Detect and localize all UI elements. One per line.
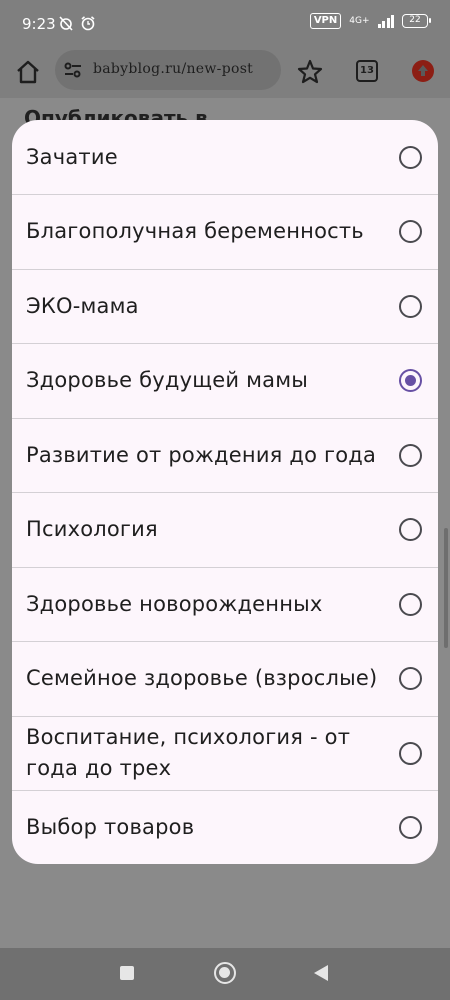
- battery-icon: 22: [402, 14, 431, 28]
- option-family-health[interactable]: Семейное здоровье (взрослые): [12, 642, 438, 717]
- option-label: Семейное здоровье (взрослые): [26, 666, 378, 691]
- option-label: Воспитание, психология - от года до трех: [26, 725, 351, 781]
- recents-icon[interactable]: [120, 966, 134, 980]
- option-label: Психология: [26, 517, 158, 542]
- site-settings-icon[interactable]: [61, 58, 85, 82]
- option-label: Благополучная беременность: [26, 219, 364, 244]
- radio-button[interactable]: [399, 294, 422, 318]
- network-type: 4G+: [349, 15, 370, 26]
- option-label: Зачатие: [26, 144, 118, 169]
- radio-button[interactable]: [399, 816, 422, 840]
- browser-toolbar: babyblog.ru/new-post 13: [0, 46, 450, 98]
- option-development-first-year[interactable]: Развитие от рождения до года: [12, 418, 438, 493]
- option-upbringing-one-to-three[interactable]: Воспитание, психология - от года до трех: [12, 716, 438, 791]
- tab-switcher-button[interactable]: 13: [356, 60, 378, 82]
- option-expectant-mom-health[interactable]: Здоровье будущей мамы: [12, 344, 438, 419]
- address-bar[interactable]: babyblog.ru/new-post: [55, 50, 281, 90]
- status-time: 9:23: [22, 15, 56, 33]
- signal-icon: [377, 14, 394, 28]
- option-label: Выбор товаров: [26, 815, 195, 840]
- radio-button[interactable]: [399, 592, 422, 616]
- option-psychology[interactable]: Психология: [12, 493, 438, 568]
- radio-button[interactable]: [399, 145, 422, 169]
- option-newborn-health[interactable]: Здоровье новорожденных: [12, 567, 438, 642]
- vpn-badge: VPN: [309, 13, 342, 29]
- option-ivf-mom[interactable]: ЭКО-мама: [12, 269, 438, 344]
- upload-icon[interactable]: [412, 60, 434, 82]
- bookmark-star-icon[interactable]: [294, 56, 326, 88]
- radio-button[interactable]: [399, 667, 422, 691]
- radio-button[interactable]: [399, 518, 422, 542]
- url-text: babyblog.ru/new-post: [93, 61, 254, 77]
- alarm-off-icon: [58, 15, 74, 35]
- option-product-choice[interactable]: Выбор товаров: [12, 791, 438, 865]
- home-circle-icon[interactable]: [214, 962, 236, 984]
- system-nav-bar: [0, 948, 450, 1000]
- back-icon[interactable]: [314, 965, 328, 981]
- page-scrollbar[interactable]: [444, 528, 448, 648]
- category-dialog: Зачатие Благополучная беременность ЭКО-м…: [12, 120, 438, 864]
- option-label: Здоровье новорожденных: [26, 591, 323, 616]
- radio-button[interactable]: [399, 443, 422, 467]
- radio-button[interactable]: [399, 741, 422, 765]
- radio-button[interactable]: [399, 220, 422, 244]
- option-label: ЭКО-мама: [26, 293, 139, 318]
- option-label: Здоровье будущей мамы: [26, 368, 309, 393]
- alarm-icon: [80, 15, 96, 35]
- option-healthy-pregnancy[interactable]: Благополучная беременность: [12, 195, 438, 270]
- option-label: Развитие от рождения до года: [26, 442, 377, 467]
- option-conception[interactable]: Зачатие: [12, 120, 438, 195]
- status-bar: 9:23 VPN 4G+ 22: [0, 0, 450, 46]
- home-icon[interactable]: [12, 56, 44, 88]
- radio-button-selected[interactable]: [399, 369, 422, 393]
